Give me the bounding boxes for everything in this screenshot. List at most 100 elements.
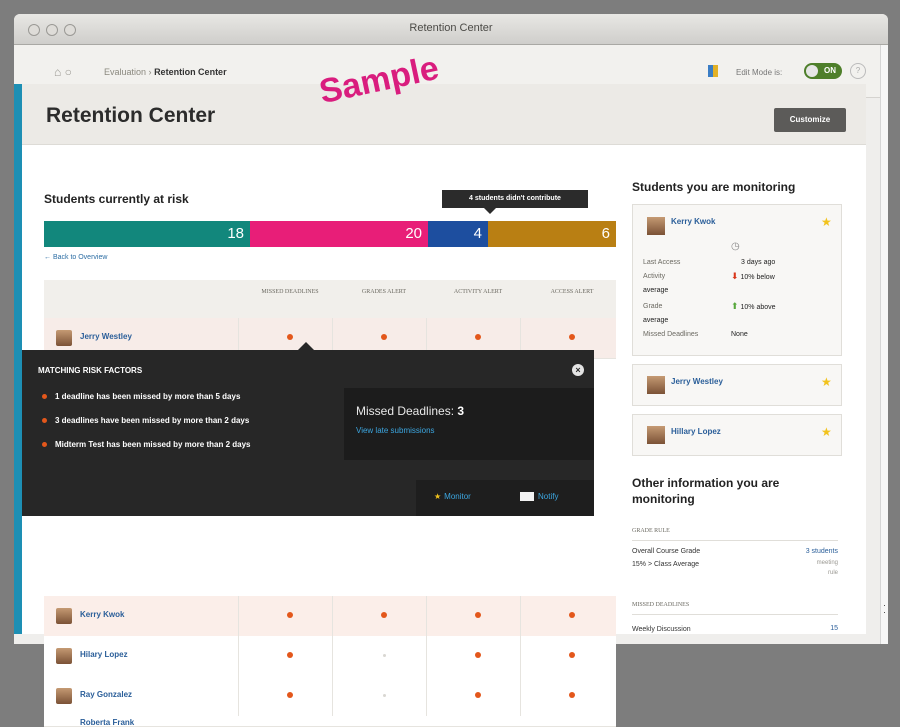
- back-to-overview-link[interactable]: ← Back to Overview: [44, 254, 107, 261]
- risk-factor-item: 3 deadlines have been missed by more tha…: [42, 416, 249, 425]
- risk-dot[interactable]: [569, 692, 575, 698]
- avatar: [647, 376, 665, 394]
- grade-rule-rule: rule: [827, 570, 838, 576]
- missed-deadlines-count-link[interactable]: 15: [780, 625, 838, 632]
- column-header-missed-deadlines[interactable]: MISSED DEADLINES: [244, 288, 336, 296]
- table-row[interactable]: Kerry Kwok: [44, 596, 616, 637]
- student-name[interactable]: Kerry Kwok: [671, 217, 715, 226]
- student-name[interactable]: Jerry Westley: [671, 377, 723, 386]
- missed-deadlines-text: Missed Deadlines:: [356, 404, 455, 418]
- scroll-arrows-icon[interactable]: · ·: [883, 601, 886, 617]
- help-icon[interactable]: ?: [850, 63, 866, 79]
- column-header-grades-alert[interactable]: GRADES ALERT: [338, 288, 430, 296]
- home-icon[interactable]: ⌂ ○: [54, 65, 72, 79]
- customize-button[interactable]: Customize: [774, 108, 846, 132]
- activity-text: 10% below: [740, 274, 775, 281]
- empty-risk-dot: [383, 654, 386, 657]
- missed-deadlines-label: Missed Deadlines: 3: [356, 404, 464, 418]
- missed-deadlines-box: Missed Deadlines: 3 View late submission…: [344, 388, 594, 460]
- clock-icon: ◷: [731, 241, 740, 252]
- breadcrumb-separator: ›: [148, 67, 152, 77]
- risk-segment-access[interactable]: 6: [488, 221, 616, 247]
- missed-deadlines-value: None: [731, 331, 748, 338]
- table-row[interactable]: Roberta Frank: [44, 716, 616, 727]
- grade-average: average: [643, 317, 669, 324]
- last-access-value: 3 days ago: [741, 259, 776, 266]
- other-info-title-line2: monitoring: [632, 492, 695, 506]
- risk-segment-activity[interactable]: 4: [428, 221, 488, 247]
- monitored-student-card[interactable]: Jerry Westley ★: [632, 364, 842, 406]
- risk-dot[interactable]: [381, 612, 387, 618]
- breadcrumb: Evaluation › Retention Center: [104, 67, 227, 77]
- risk-segment-missed-deadlines[interactable]: 18: [44, 221, 250, 247]
- missed-deadlines-count: 3: [457, 404, 465, 418]
- column-header-access-alert[interactable]: ACCESS ALERT: [526, 288, 618, 296]
- column-divider: [426, 596, 427, 636]
- missed-deadlines-heading: MISSED DEADLINES: [632, 602, 690, 608]
- avatar: [56, 330, 72, 346]
- student-name[interactable]: Kerry Kwok: [80, 610, 124, 619]
- star-icon[interactable]: ★: [821, 425, 832, 439]
- grade-rule-students-link[interactable]: 3 students: [780, 548, 838, 555]
- edit-mode-toggle[interactable]: ON: [804, 63, 842, 79]
- title-bar: Retention Center: [14, 14, 888, 45]
- risk-segment-grades[interactable]: 20: [250, 221, 428, 247]
- grade-text: 10% above: [740, 304, 776, 311]
- column-divider: [238, 676, 239, 716]
- last-access-label: Last Access: [643, 259, 681, 266]
- risk-dot[interactable]: [569, 334, 575, 340]
- column-divider: [426, 676, 427, 716]
- activity-average: average: [643, 287, 669, 294]
- at-risk-title: Students currently at risk: [44, 192, 189, 206]
- star-icon[interactable]: ★: [821, 215, 832, 229]
- arrow-down-icon: ⬇: [731, 271, 739, 281]
- risk-dot[interactable]: [287, 334, 293, 340]
- column-divider: [332, 596, 333, 636]
- risk-dot[interactable]: [475, 334, 481, 340]
- monitor-button[interactable]: Monitor: [434, 492, 471, 501]
- avatar: [56, 688, 72, 704]
- book-icon[interactable]: [708, 65, 718, 77]
- risk-dot[interactable]: [475, 612, 481, 618]
- monitored-student-card[interactable]: Kerry Kwok ★ ◷ Last Access 3 days ago Ac…: [632, 204, 842, 356]
- risk-dot[interactable]: [475, 652, 481, 658]
- window-title: Retention Center: [409, 22, 493, 34]
- column-divider: [426, 636, 427, 676]
- table-row[interactable]: Hilary Lopez: [44, 636, 616, 677]
- monitoring-title: Students you are monitoring: [632, 180, 796, 194]
- star-icon[interactable]: ★: [821, 375, 832, 389]
- risk-dot[interactable]: [381, 334, 387, 340]
- risk-factor-item: 1 deadline has been missed by more than …: [42, 392, 240, 401]
- scrollbar[interactable]: [880, 45, 888, 644]
- empty-risk-dot: [383, 694, 386, 697]
- risk-dot[interactable]: [287, 692, 293, 698]
- risk-table-header: MISSED DEADLINES GRADES ALERT ACTIVITY A…: [44, 280, 616, 318]
- missed-deadlines-item: Weekly Discussion: [632, 626, 691, 633]
- student-name[interactable]: Roberta Frank: [80, 718, 134, 726]
- grade-rule-heading: GRADE RULE: [632, 528, 670, 534]
- student-name[interactable]: Ray Gonzalez: [80, 690, 132, 699]
- risk-dot[interactable]: [475, 692, 481, 698]
- avatar: [647, 426, 665, 444]
- student-name[interactable]: Hillary Lopez: [671, 427, 721, 436]
- risk-dot[interactable]: [287, 612, 293, 618]
- table-row[interactable]: Ray Gonzalez: [44, 676, 616, 717]
- notify-button[interactable]: Notify: [520, 492, 558, 501]
- close-icon[interactable]: ×: [572, 364, 584, 376]
- column-header-activity-alert[interactable]: ACTIVITY ALERT: [432, 288, 524, 296]
- risk-dot[interactable]: [569, 652, 575, 658]
- divider: [632, 614, 838, 615]
- student-name[interactable]: Hilary Lopez: [80, 650, 128, 659]
- monitored-student-card[interactable]: Hillary Lopez ★: [632, 414, 842, 456]
- breadcrumb-current: Retention Center: [154, 67, 227, 77]
- grade-rule-label: Overall Course Grade: [632, 548, 701, 555]
- column-divider: [238, 596, 239, 636]
- risk-dot[interactable]: [569, 612, 575, 618]
- popup-pointer: [298, 342, 314, 350]
- risk-dot[interactable]: [287, 652, 293, 658]
- divider: [632, 540, 838, 541]
- student-name[interactable]: Jerry Westley: [80, 332, 132, 341]
- view-late-submissions-link[interactable]: View late submissions: [356, 426, 435, 435]
- breadcrumb-parent[interactable]: Evaluation: [104, 67, 146, 77]
- grade-rule-meeting: meeting: [816, 560, 838, 566]
